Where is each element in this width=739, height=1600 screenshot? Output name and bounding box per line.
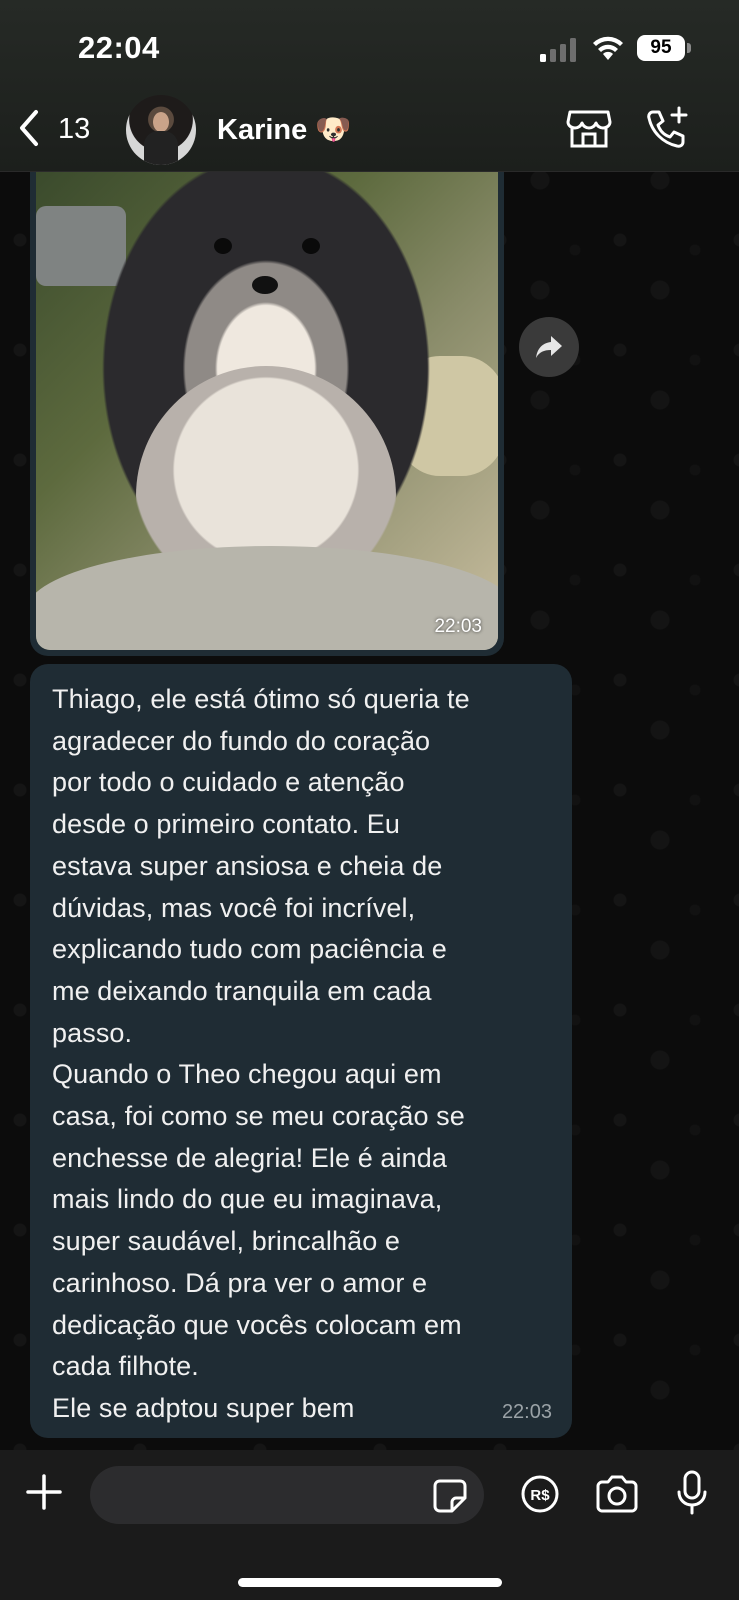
message-input[interactable] bbox=[110, 1470, 420, 1520]
sticker-icon[interactable] bbox=[432, 1478, 468, 1514]
text-message-bubble[interactable]: Thiago, ele está ótimo só queria te agra… bbox=[30, 664, 572, 1438]
forward-icon bbox=[536, 336, 562, 358]
message-text: Thiago, ele está ótimo só queria te agra… bbox=[52, 684, 470, 1423]
store-icon[interactable] bbox=[566, 108, 612, 150]
back-unread-count[interactable]: 13 bbox=[58, 113, 90, 146]
microphone-icon[interactable] bbox=[676, 1470, 708, 1516]
dog-nose bbox=[252, 276, 278, 294]
svg-text:R$: R$ bbox=[530, 1487, 550, 1504]
chat-header: 22:04 95 13 Karine 🐶 bbox=[0, 0, 739, 172]
dog-photo[interactable]: 22:03 bbox=[36, 166, 498, 650]
home-indicator bbox=[238, 1578, 502, 1587]
camera-icon[interactable] bbox=[594, 1474, 640, 1514]
avatar[interactable] bbox=[126, 95, 196, 165]
avatar-body bbox=[144, 131, 178, 165]
payment-icon[interactable]: R$ bbox=[520, 1474, 560, 1514]
battery-level: 95 bbox=[650, 37, 672, 58]
signal-bars-icon bbox=[540, 38, 576, 62]
chevron-left-icon[interactable] bbox=[14, 108, 44, 148]
plus-icon[interactable] bbox=[24, 1472, 64, 1512]
forward-button[interactable] bbox=[519, 317, 579, 377]
add-call-icon[interactable] bbox=[643, 106, 689, 152]
avatar-face bbox=[153, 112, 169, 132]
wifi-icon bbox=[593, 36, 623, 60]
dog-right-eye bbox=[302, 238, 320, 254]
status-bar-time: 22:04 bbox=[78, 30, 160, 65]
battery-indicator: 95 bbox=[637, 35, 685, 61]
dog-left-eye bbox=[214, 238, 232, 254]
image-message-bubble[interactable]: 22:03 bbox=[30, 160, 504, 656]
text-message-timestamp: 22:03 bbox=[501, 1401, 552, 1423]
battery-tip bbox=[687, 43, 691, 53]
image-message-timestamp: 22:03 bbox=[434, 616, 482, 637]
contact-name[interactable]: Karine 🐶 bbox=[217, 113, 351, 147]
message-composer: R$ bbox=[0, 1450, 739, 1600]
